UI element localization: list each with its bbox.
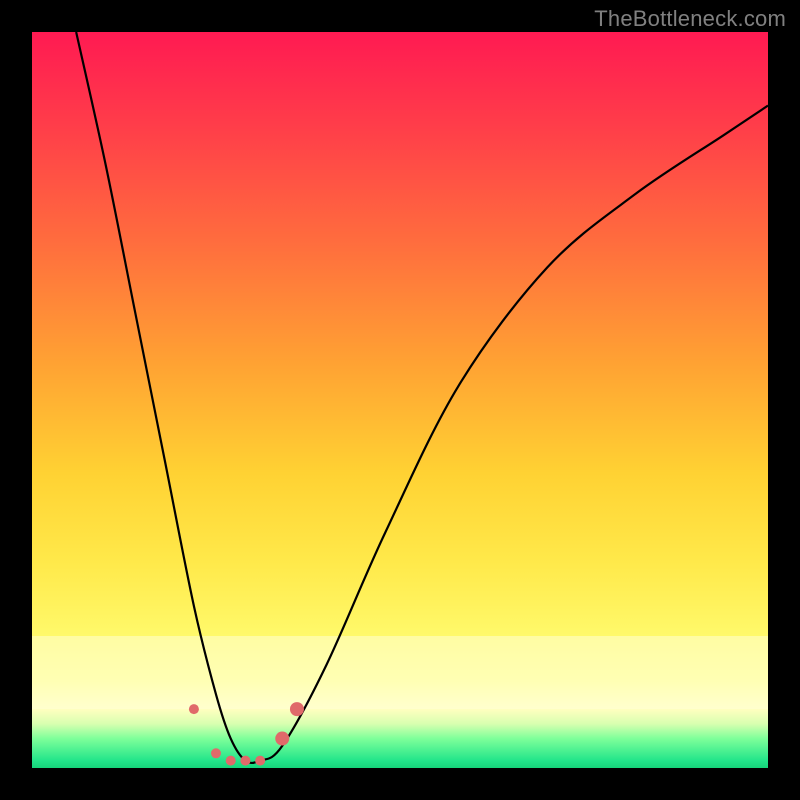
curve-marker-4 [255,756,265,766]
plot-area [32,32,768,768]
green-yellow-band [32,636,768,710]
watermark-text: TheBottleneck.com [594,6,786,32]
curve-marker-2 [226,756,236,766]
curve-marker-5 [275,732,289,746]
curve-markers [189,702,304,766]
curve-marker-1 [211,748,221,758]
chart-frame: TheBottleneck.com [0,0,800,800]
curve-marker-3 [240,756,250,766]
